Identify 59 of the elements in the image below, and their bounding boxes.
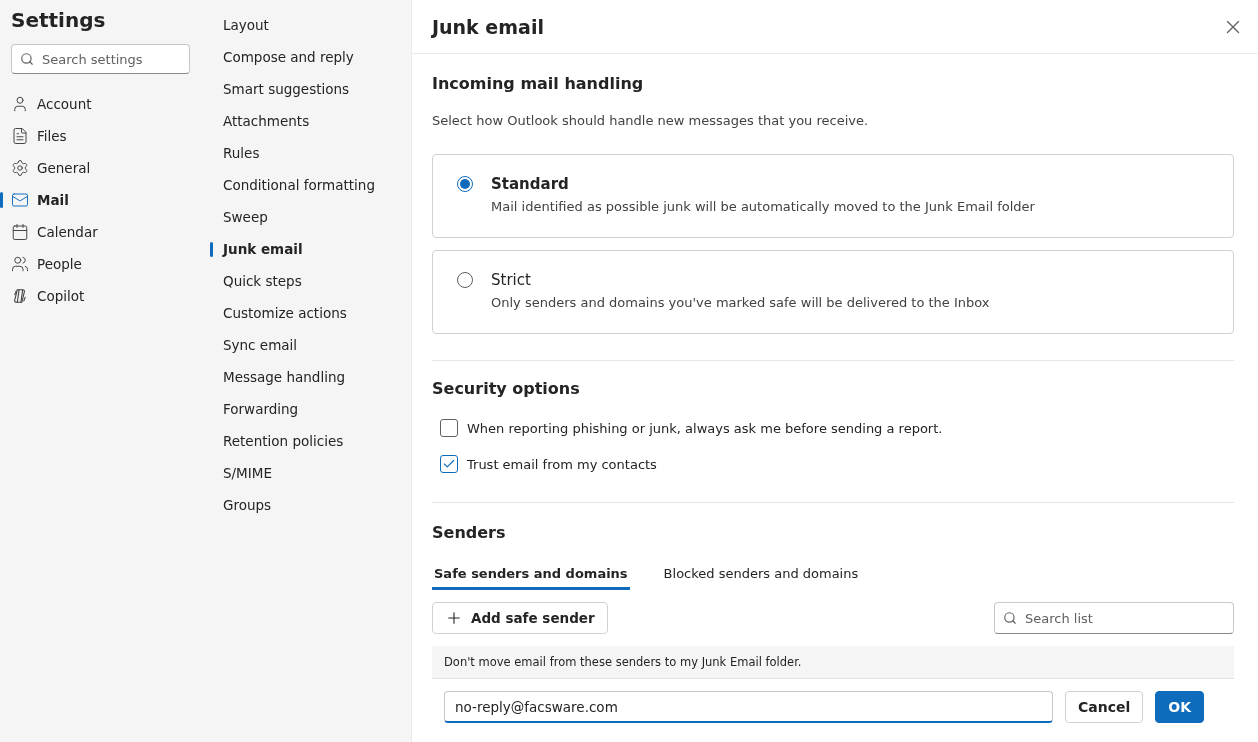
people-icon [11, 255, 29, 273]
subnav-item[interactable]: S/MIME [210, 457, 411, 489]
subnav-item[interactable]: Smart suggestions [210, 73, 411, 105]
subnav-item[interactable]: Retention policies [210, 425, 411, 457]
nav-item[interactable]: Account [0, 88, 210, 120]
option-title: Standard [491, 175, 570, 193]
panel-title: Junk email [432, 15, 544, 38]
checkbox[interactable] [440, 419, 458, 437]
subnav-item[interactable]: Compose and reply [210, 41, 411, 73]
app-title: Settings [10, 7, 107, 34]
add-safe-sender-button[interactable]: Add safe sender [432, 602, 608, 634]
mail-icon [11, 191, 29, 209]
ok-button[interactable]: OK [1155, 691, 1204, 723]
copilot-icon [11, 287, 29, 305]
option-description: Mail identified as possible junk will be automatically moved to the Junk Email folder [491, 199, 1035, 214]
section-description: Select how Outlook should handle new messages that you receive. [432, 113, 870, 128]
section-heading: Senders [432, 523, 507, 542]
calendar-icon [11, 223, 29, 241]
option-description: Only senders and domains you've marked safe will be delivered to the Inbox [491, 295, 990, 310]
search-icon [1003, 611, 1017, 625]
checkbox[interactable] [440, 455, 458, 473]
section-heading: Security options [432, 379, 581, 398]
checkbox-label: When reporting phishing or junk, always ask me before sending a report. [467, 420, 943, 436]
check-icon [442, 457, 456, 471]
section-heading: Incoming mail handling [432, 74, 645, 93]
search-icon [20, 52, 34, 66]
search-list-field[interactable]: Search list [994, 602, 1234, 634]
list-note: Don't move email from these senders to my Junk Email folder. [432, 646, 1234, 679]
checkbox-label: Trust email from my contacts [467, 456, 657, 472]
person-icon [11, 95, 29, 113]
subnav-item[interactable]: Quick steps [210, 265, 411, 297]
settings-icon [11, 159, 29, 177]
subnav-item[interactable]: Sweep [210, 201, 411, 233]
subnav-item[interactable]: Groups [210, 489, 411, 521]
nav-item[interactable]: Calendar [0, 216, 210, 248]
tab[interactable]: Blocked senders and domains [661, 560, 861, 590]
nav-item[interactable]: People [0, 248, 210, 280]
subnav-item[interactable]: Message handling [210, 361, 411, 393]
cancel-button[interactable]: Cancel [1064, 691, 1144, 723]
option-title: Strict [491, 271, 532, 289]
option-card[interactable]: Strict Only senders and domains you've marked safe will be delivered to the Inbox [432, 250, 1234, 334]
nav-item[interactable]: Mail [0, 184, 210, 216]
subnav-item[interactable]: Sync email [210, 329, 411, 361]
nav-item[interactable]: Files [0, 120, 210, 152]
sender-input[interactable]: no-reply@facsware.com [444, 691, 1053, 723]
subnav-item[interactable]: Attachments [210, 105, 411, 137]
plus-icon [445, 609, 463, 627]
subnav-item[interactable]: Rules [210, 137, 411, 169]
subnav-item[interactable]: Customize actions [210, 297, 411, 329]
search-field[interactable]: Search settings [11, 44, 190, 74]
subnav-item[interactable]: Layout [210, 9, 411, 41]
document-icon [11, 127, 29, 145]
option-card[interactable]: Standard Mail identified as possible junk will be automatically moved to the Junk Email folder [432, 154, 1234, 238]
subnav-item[interactable]: Junk email [210, 233, 411, 265]
tab[interactable]: Safe senders and domains [432, 560, 630, 590]
nav-item[interactable]: General [0, 152, 210, 184]
subnav-item[interactable]: Forwarding [210, 393, 411, 425]
subnav-item[interactable]: Conditional formatting [210, 169, 411, 201]
nav-item[interactable]: Copilot [0, 280, 210, 312]
